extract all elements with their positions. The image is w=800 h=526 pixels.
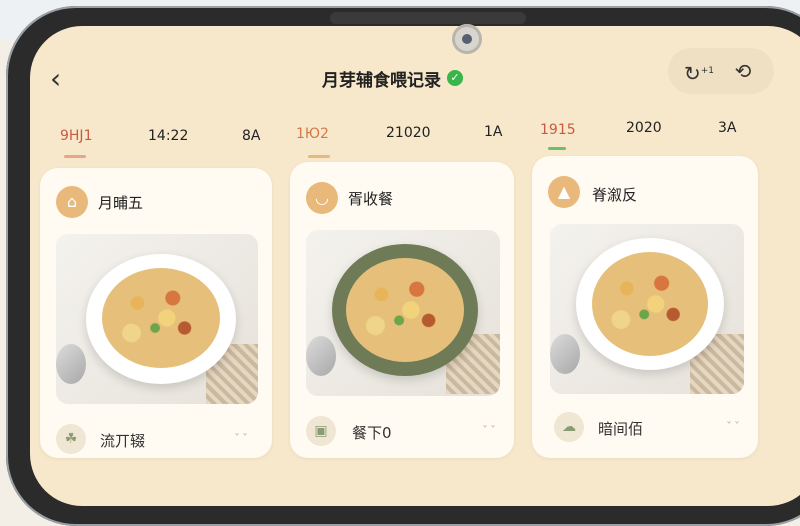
card-footer: ▣ 餐下0 ˇˇ	[306, 416, 502, 456]
action-pill: ↻+1 ⟲	[668, 48, 774, 94]
more-icon[interactable]: ˇˇ	[234, 432, 250, 446]
chef-hat-icon: ⌂	[56, 186, 88, 218]
tab-date-2[interactable]: 14:22	[148, 128, 188, 144]
add-timer-badge: +1	[700, 66, 715, 76]
date-tab-bar: 9HJ1 14:22 8A 1Ю2 21020 1A 1915 2020 3A	[0, 120, 800, 160]
page-title-group: 月芽辅食喂记录 ✓	[322, 66, 463, 91]
tab-date-5[interactable]: 21020	[386, 125, 431, 141]
check-icon: ✓	[447, 70, 463, 86]
tab-date-7[interactable]: 1915	[540, 122, 576, 138]
card-footer: ☁ 暗间佰 ˇˇ	[554, 412, 750, 452]
more-icon[interactable]: ˇˇ	[482, 424, 498, 438]
meal-photo	[550, 224, 744, 394]
food	[592, 252, 708, 356]
sync-icon[interactable]: ⟲	[730, 58, 756, 84]
tab-date-9[interactable]: 3A	[718, 120, 736, 136]
camera-icon	[452, 24, 482, 54]
meal-card-2[interactable]: ◡ 胥收餐 ▣ 餐下0 ˇˇ	[290, 162, 514, 458]
spoon	[306, 336, 336, 376]
tab-indicator-1	[64, 155, 86, 158]
card-footer-label: 流丌辍	[100, 432, 146, 450]
card-footer-label: 餐下0	[352, 424, 392, 442]
meal-card-1[interactable]: ⌂ 月晡五 ☘ 流丌辍 ˇˇ	[40, 168, 272, 458]
back-arrow-icon[interactable]: ‹	[50, 64, 72, 94]
spoon	[550, 334, 580, 374]
card-footer: ☘ 流丌辍 ˇˇ	[56, 424, 256, 464]
card-title: 月晡五	[98, 194, 144, 212]
leaf-icon: ☘	[56, 424, 86, 454]
page-title: 月芽辅食喂记录	[322, 70, 441, 91]
card-footer-label: 暗间佰	[598, 420, 644, 438]
card-title: 脊溆反	[592, 186, 638, 204]
tab-date-3[interactable]: 8A	[242, 128, 260, 144]
tab-date-6[interactable]: 1A	[484, 124, 502, 140]
add-timer-icon[interactable]: ↻+1	[684, 58, 714, 86]
cloud-icon: ☁	[554, 412, 584, 442]
card-title: 胥收餐	[348, 190, 394, 208]
meal-card-3[interactable]: ▲ 脊溆反 ☁ 暗间佰 ˇˇ	[532, 156, 758, 458]
tab-date-8[interactable]: 2020	[626, 120, 662, 136]
bag-icon: ▣	[306, 416, 336, 446]
speaker-notch	[330, 12, 526, 24]
tab-indicator-3	[548, 147, 566, 150]
tab-date-1[interactable]: 9HJ1	[60, 128, 92, 144]
tab-indicator-2	[308, 155, 330, 158]
food	[346, 258, 464, 362]
food	[102, 268, 220, 368]
spoon	[56, 344, 86, 384]
bowl-icon: ◡	[306, 182, 338, 214]
meal-photo	[306, 230, 500, 396]
drop-icon: ▲	[548, 176, 580, 208]
meal-photo	[56, 234, 258, 404]
more-icon[interactable]: ˇˇ	[726, 420, 742, 434]
tab-date-4[interactable]: 1Ю2	[296, 126, 329, 142]
